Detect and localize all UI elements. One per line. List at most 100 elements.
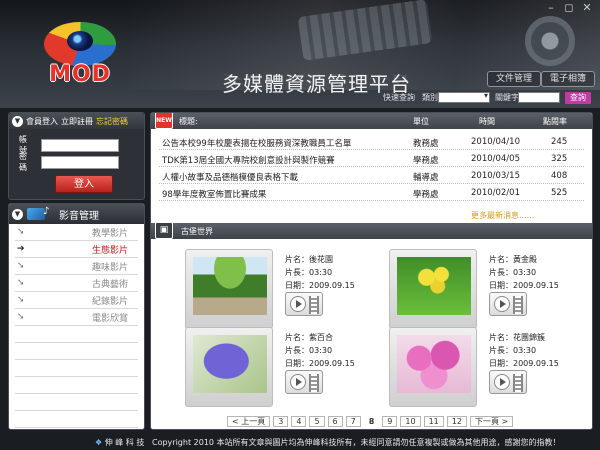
menu-item-ecology[interactable]: ➔ 生態影片	[15, 241, 138, 258]
mod-logo[interactable]: MOD	[40, 18, 120, 88]
purple-lily-image	[193, 335, 267, 393]
login-panel-header: ▼ 會員登入 立即註冊 忘記密碼	[9, 113, 144, 129]
page-button[interactable]: 3	[273, 416, 289, 427]
film-strip-icon	[309, 374, 319, 392]
col-title: 標題:	[179, 117, 198, 126]
col-clicks: 點閱率	[543, 117, 567, 126]
name-label: 片名：	[285, 255, 309, 264]
play-button[interactable]	[285, 292, 323, 316]
chevron-down-icon[interactable]: ▼	[12, 115, 23, 127]
news-row[interactable]: 人權小故事及品德楷模優良表格下載 輔導處 2010/03/15 408	[159, 167, 584, 184]
video-thumbnail[interactable]	[389, 249, 477, 329]
page-button[interactable]: 4	[291, 416, 307, 427]
pink-flowers-image	[397, 335, 471, 393]
login-button[interactable]: 登入	[55, 175, 113, 193]
footer-brand: 伸 峰 科 技	[95, 437, 145, 448]
chevron-down-icon[interactable]: ▼	[12, 208, 23, 220]
news-title[interactable]: TDK第13屆全國大專院校創意設計與製作競賽	[162, 154, 335, 166]
prev-page-button[interactable]: < 上一頁	[227, 416, 271, 427]
photo-album-button[interactable]: 電子相簿	[541, 71, 596, 87]
film-icon: ▣	[155, 222, 173, 239]
pagination: < 上一頁 3 4 5 6 7 8 9 10 11 12 下一頁 >	[227, 416, 514, 427]
arrow-icon: ➘	[17, 227, 25, 237]
play-button[interactable]	[489, 370, 527, 394]
password-input[interactable]	[41, 155, 119, 169]
video-info: 片名：黃金殿 片長：03:30 日期：2009.09.15	[489, 253, 559, 292]
page-button[interactable]: 10	[400, 416, 421, 427]
length-label: 片長：	[285, 268, 309, 277]
news-unit: 輔導處	[413, 173, 439, 183]
register-link[interactable]: 立即註冊	[61, 116, 93, 127]
news-clicks: 245	[551, 137, 568, 147]
media-menu-title: 影音管理	[59, 210, 99, 222]
video-card: 片名：花團錦簇 片長：03:30 日期：2009.09.15	[389, 327, 579, 407]
news-title[interactable]: 公告本校99年校慶表揚在校服務資深教職員工名單	[162, 137, 351, 149]
video-thumbnail[interactable]	[389, 327, 477, 407]
news-date: 2010/02/01	[471, 188, 520, 198]
film-strip-icon	[309, 296, 319, 314]
password-row: 密 碼	[19, 152, 119, 172]
gallery-title: 古堡世界	[181, 227, 213, 236]
quick-search-bar: 快速查詢 類別 關鍵字 查詢	[0, 91, 600, 105]
play-button[interactable]	[285, 370, 323, 394]
news-clicks: 525	[551, 188, 568, 198]
page-button[interactable]: 11	[423, 416, 444, 427]
search-button[interactable]: 查詢	[565, 92, 591, 104]
forgot-password-link[interactable]: 忘記密碼	[96, 116, 128, 127]
news-row[interactable]: 98學年度教室佈置比賽成果 學務處 2010/02/01 525	[159, 184, 584, 201]
menu-item-teaching[interactable]: ➘ 教學影片	[15, 224, 138, 241]
login-panel: ▼ 會員登入 立即註冊 忘記密碼 帳 號 密 碼 登入	[8, 112, 145, 200]
play-icon	[494, 296, 510, 312]
more-news-link[interactable]: 更多最新消息......	[471, 210, 534, 221]
video-length: 03:30	[513, 346, 537, 355]
window-controls: – ◻ ✕	[544, 2, 594, 14]
menu-divider	[15, 343, 138, 360]
file-management-button[interactable]: 文件管理	[487, 71, 542, 87]
keyword-input[interactable]	[518, 92, 560, 103]
news-unit: 學務處	[413, 156, 439, 166]
menu-item-classic-art[interactable]: ➘ 古典藝術	[15, 275, 138, 292]
col-date: 時間	[479, 117, 495, 126]
film-strip-icon	[513, 374, 523, 392]
menu-item-fun[interactable]: ➘ 趣味影片	[15, 258, 138, 275]
next-page-button[interactable]: 下一頁 >	[469, 416, 514, 427]
news-unit: 教務處	[413, 139, 439, 149]
video-thumbnail[interactable]	[185, 249, 273, 329]
news-row[interactable]: TDK第13屆全國大專院校創意設計與製作競賽 學務處 2010/04/05 32…	[159, 150, 584, 167]
news-date: 2010/04/10	[471, 137, 520, 147]
new-badge-icon: NEW	[155, 113, 173, 129]
account-input[interactable]	[41, 138, 119, 152]
video-card: 片名：紫百合 片長：03:30 日期：2009.09.15	[185, 327, 375, 407]
news-title[interactable]: 98學年度教室佈置比賽成果	[162, 188, 266, 200]
page-button[interactable]: 9	[382, 416, 398, 427]
yellow-flower-image	[397, 257, 471, 315]
menu-item-label: 教學影片	[91, 228, 128, 239]
news-row[interactable]: 公告本校99年校慶表揚在校服務資深教職員工名單 教務處 2010/04/10 2…	[159, 133, 584, 150]
minimize-icon[interactable]: –	[544, 2, 558, 14]
maximize-icon[interactable]: ◻	[562, 2, 576, 14]
film-music-icon	[27, 206, 55, 222]
video-name: 紫百合	[309, 333, 333, 342]
page-button[interactable]: 6	[327, 416, 343, 427]
current-page: 8	[363, 416, 380, 427]
header-banner: MOD 多媒體資源管理平台 多媒體資源管理平台 文件管理 電子相簿 – ◻ ✕ …	[0, 0, 600, 108]
category-select[interactable]	[438, 91, 490, 103]
page-button[interactable]: 12	[446, 416, 467, 427]
page-button[interactable]: 5	[309, 416, 325, 427]
video-info: 片名：紫百合 片長：03:30 日期：2009.09.15	[285, 331, 355, 370]
news-title[interactable]: 人權小故事及品德楷模優良表格下載	[162, 171, 298, 183]
length-label: 片長：	[285, 346, 309, 355]
length-label: 片長：	[489, 346, 513, 355]
menu-divider	[15, 326, 138, 343]
menu-item-movies[interactable]: ➘ 電影欣賞	[15, 309, 138, 326]
footer-copyright: Copyright 2010 本站所有文章與圖片均為伸峰科技所有，未經同意請勿任…	[152, 438, 561, 447]
video-info: 片名：花團錦簇 片長：03:30 日期：2009.09.15	[489, 331, 559, 370]
arrow-icon: ➘	[17, 312, 25, 322]
close-icon[interactable]: ✕	[580, 2, 594, 14]
play-button[interactable]	[489, 292, 527, 316]
page-button[interactable]: 7	[345, 416, 361, 427]
menu-item-documentary[interactable]: ➘ 紀錄影片	[15, 292, 138, 309]
video-thumbnail[interactable]	[185, 327, 273, 407]
video-length: 03:30	[309, 346, 333, 355]
footer: 伸 峰 科 技 Copyright 2010 本站所有文章與圖片均為伸峰科技所有…	[0, 435, 600, 450]
